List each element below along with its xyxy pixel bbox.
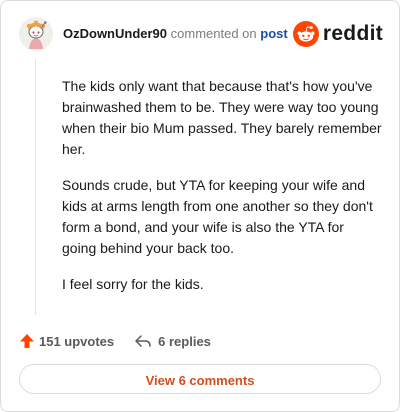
reddit-alien-icon [292, 21, 319, 47]
upvote-button[interactable]: 151 upvotes [19, 333, 114, 349]
snoo-avatar-icon [19, 17, 53, 51]
comment-paragraph: The kids only want that because that's h… [62, 78, 382, 157]
commented-on-label: commented on [170, 26, 257, 41]
reddit-logo[interactable]: reddit [292, 19, 383, 49]
comment-body: The kids only want that because that's h… [62, 76, 382, 310]
comment-embed-card: OzDownUnder90 commented on post reddit T… [0, 0, 400, 412]
comment-header: OzDownUnder90 commented on post reddit [19, 17, 383, 51]
comment-paragraph: I feel sorry for the kids. [62, 276, 204, 292]
upvote-count: 151 upvotes [39, 333, 115, 349]
thread-line[interactable] [35, 59, 36, 315]
view-comments-button[interactable]: View 6 comments [19, 364, 381, 394]
username-link[interactable]: OzDownUnder90 [63, 26, 167, 41]
comment-meta: OzDownUnder90 commented on post [63, 26, 288, 42]
comment-actions: 151 upvotes 6 replies [19, 331, 211, 351]
replies-button[interactable]: 6 replies [134, 333, 211, 349]
reply-arrow-icon [135, 335, 151, 347]
reply-count: 6 replies [158, 333, 211, 349]
reddit-wordmark: reddit [322, 22, 383, 45]
comment-paragraph: Sounds crude, but YTA for keeping your w… [62, 177, 373, 256]
upvote-arrow-icon [20, 334, 34, 348]
post-link[interactable]: post [260, 26, 287, 41]
user-avatar[interactable] [19, 17, 53, 51]
